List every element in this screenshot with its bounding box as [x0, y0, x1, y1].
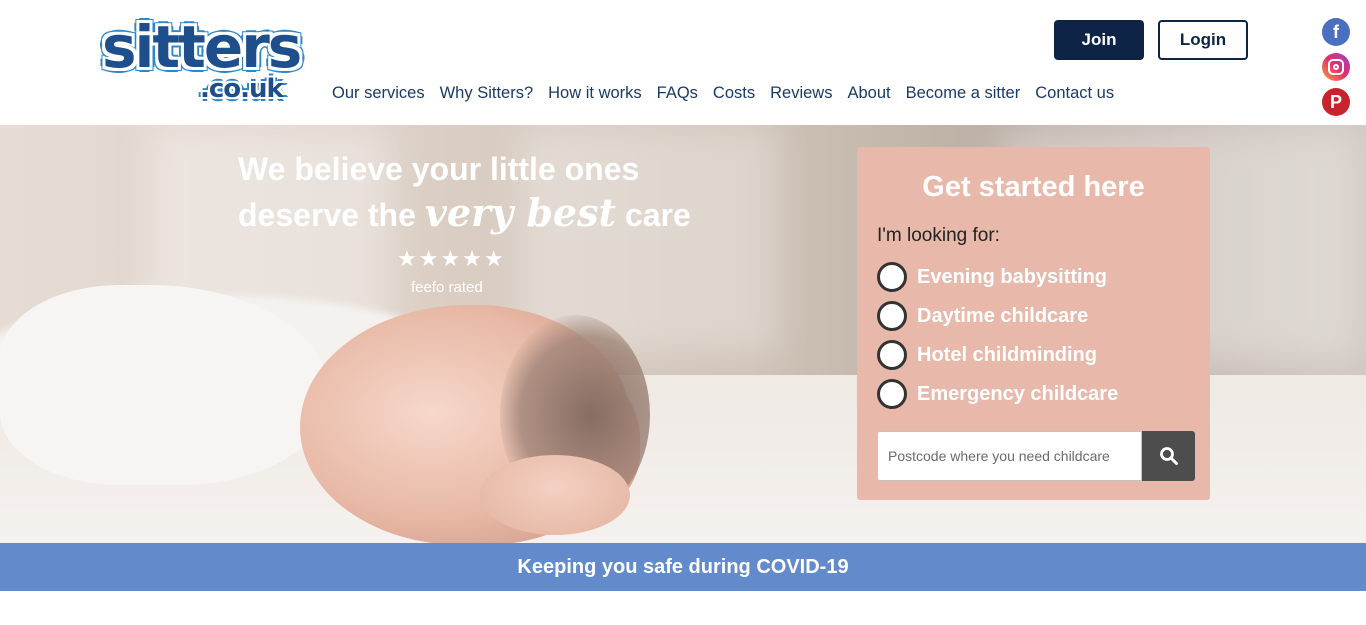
- radio-button[interactable]: [877, 340, 907, 370]
- nav-reviews[interactable]: Reviews: [770, 84, 832, 103]
- panel-title: Get started here: [922, 171, 1145, 203]
- option-label: Daytime childcare: [917, 304, 1089, 327]
- covid-banner[interactable]: Keeping you safe during COVID-19: [0, 543, 1366, 591]
- instagram-icon[interactable]: [1322, 53, 1350, 81]
- nav-about[interactable]: About: [847, 84, 890, 103]
- hero-baby-hand: [480, 455, 630, 535]
- search-icon: [1159, 447, 1178, 465]
- option-label: Emergency childcare: [917, 382, 1119, 405]
- login-button[interactable]: Login: [1158, 20, 1248, 60]
- radio-button[interactable]: [877, 379, 907, 409]
- radio-button[interactable]: [877, 301, 907, 331]
- nav-contact-us[interactable]: Contact us: [1035, 84, 1114, 103]
- facebook-icon[interactable]: f: [1322, 18, 1350, 46]
- logo-domain: .co.uk: [200, 74, 284, 104]
- panel-subtitle: I'm looking for:: [877, 225, 1000, 246]
- nav-our-services[interactable]: Our services: [332, 84, 425, 103]
- pinterest-icon[interactable]: P: [1322, 88, 1350, 116]
- facebook-glyph: f: [1333, 21, 1339, 42]
- hero-heading-line1: We believe your little ones: [238, 151, 640, 187]
- sitters-logo[interactable]: sitters .co.uk: [102, 18, 302, 106]
- hero-heading: We believe your little ones deserve the …: [238, 148, 758, 237]
- hero-heading-script: very best: [424, 190, 617, 235]
- get-started-panel: Get started here I'm looking for: Evenin…: [857, 147, 1210, 500]
- nav-faqs[interactable]: FAQs: [657, 84, 698, 103]
- site-header: sitters .co.uk Join Login Our services W…: [0, 0, 1366, 125]
- main-nav: Our services Why Sitters? How it works F…: [332, 84, 1129, 103]
- option-daytime-childcare[interactable]: Daytime childcare: [877, 300, 1088, 332]
- option-hotel-childminding[interactable]: Hotel childminding: [877, 339, 1097, 371]
- option-emergency-childcare[interactable]: Emergency childcare: [877, 378, 1118, 410]
- rating-stars: ★★★★★: [397, 247, 506, 272]
- postcode-input[interactable]: [877, 431, 1142, 481]
- join-button[interactable]: Join: [1054, 20, 1144, 60]
- option-label: Hotel childminding: [917, 343, 1097, 366]
- search-button[interactable]: [1142, 431, 1195, 481]
- nav-how-it-works[interactable]: How it works: [548, 84, 642, 103]
- radio-button[interactable]: [877, 262, 907, 292]
- pinterest-glyph: P: [1329, 91, 1342, 112]
- hero-heading-line2-suffix: care: [616, 197, 691, 233]
- option-label: Evening babysitting: [917, 265, 1108, 288]
- instagram-glyph: [1328, 59, 1344, 75]
- nav-why-sitters[interactable]: Why Sitters?: [440, 84, 534, 103]
- logo-wordmark: sitters: [102, 13, 302, 81]
- nav-become-a-sitter[interactable]: Become a sitter: [906, 84, 1021, 103]
- nav-costs[interactable]: Costs: [713, 84, 755, 103]
- hero-heading-line2-prefix: deserve the: [238, 197, 425, 233]
- feefo-rated-label[interactable]: feefo rated: [411, 279, 483, 296]
- option-evening-babysitting[interactable]: Evening babysitting: [877, 261, 1107, 293]
